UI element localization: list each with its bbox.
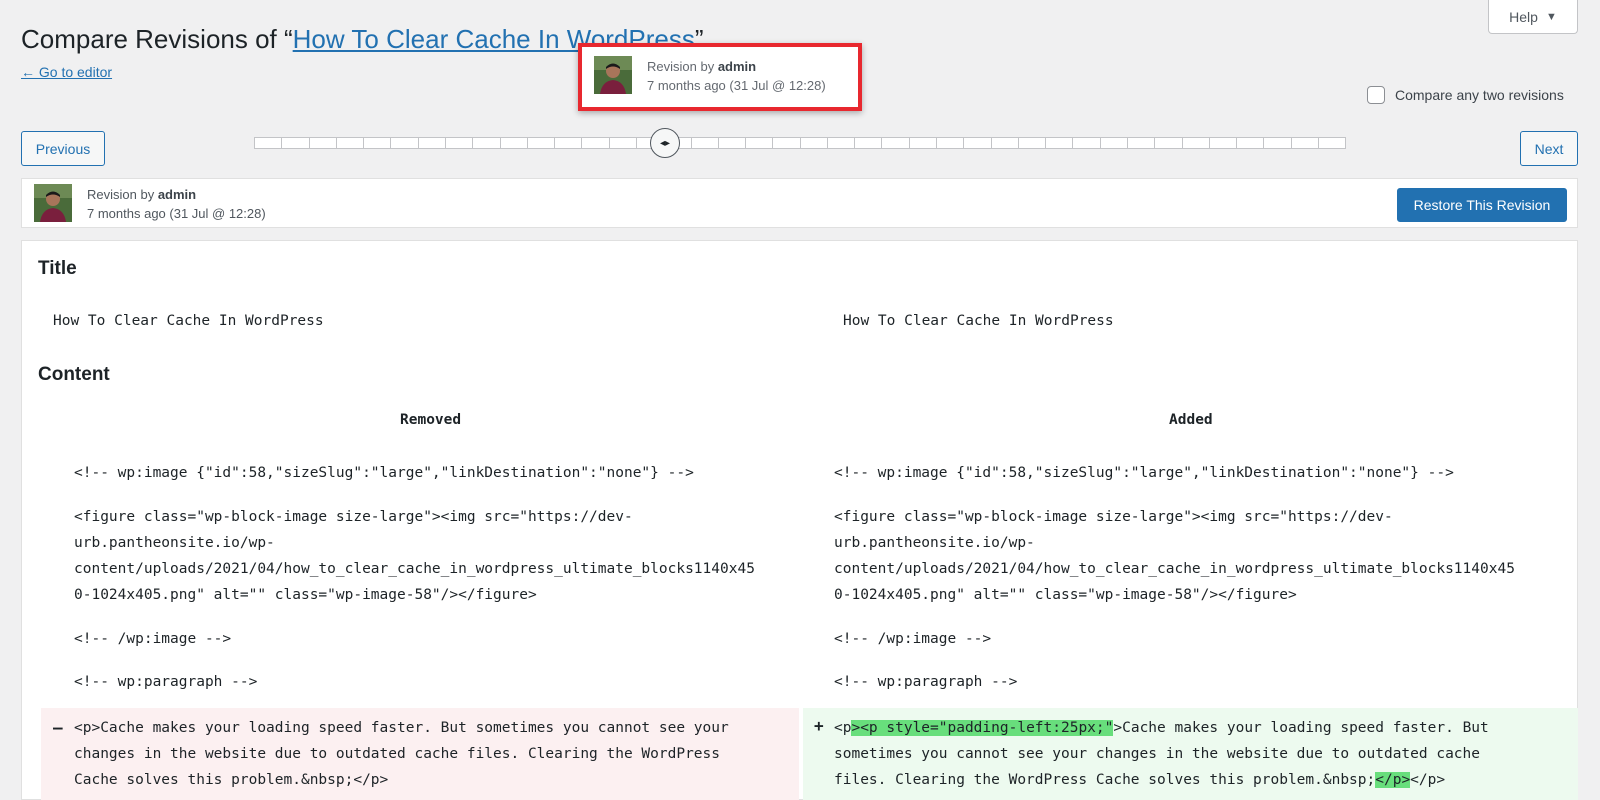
added-text: <p xyxy=(834,720,852,736)
added-highlight: </p> xyxy=(1375,772,1411,788)
title-heading: Title xyxy=(38,258,77,279)
title-prefix: Compare Revisions of “ xyxy=(21,24,293,54)
added-text: files. Clearing the WordPress Cache solv… xyxy=(834,772,1376,788)
diff-line-left: <figure class="wp-block-image size-large… xyxy=(74,509,633,525)
slider-tick[interactable] xyxy=(1182,137,1210,149)
slider-tick[interactable] xyxy=(364,137,392,149)
diff-line-left: <!-- wp:image {"id":58,"sizeSlug":"large… xyxy=(74,465,694,481)
slider-tick[interactable] xyxy=(527,137,556,149)
diff-line-left: content/uploads/2021/04/how_to_clear_cac… xyxy=(74,561,755,577)
title-right-value: How To Clear Cache In WordPress xyxy=(843,313,1114,329)
slider-tick[interactable] xyxy=(1209,137,1238,149)
compare-two-label: Compare any two revisions xyxy=(1395,87,1564,103)
removed-sign: – xyxy=(53,718,63,737)
diff-line-right: <!-- /wp:image --> xyxy=(834,631,992,647)
slider-tick[interactable] xyxy=(309,137,337,149)
revision-slider[interactable] xyxy=(254,137,1347,149)
diff-line-left: <!-- wp:paragraph --> xyxy=(74,674,258,690)
slider-tick[interactable] xyxy=(1073,137,1101,149)
diff-line-right: 0-1024x405.png" alt="" class="wp-image-5… xyxy=(834,587,1297,603)
help-label: Help xyxy=(1509,8,1538,25)
revision-by-text: Revision by xyxy=(647,59,718,74)
author-name: admin xyxy=(157,187,197,202)
slider-tick[interactable] xyxy=(391,137,419,149)
slider-tick[interactable] xyxy=(1155,137,1183,149)
slider-tick[interactable] xyxy=(500,137,528,149)
removed-line: <p>Cache makes your loading speed faster… xyxy=(74,720,729,736)
help-button[interactable]: Help ▼ xyxy=(1488,0,1578,34)
slider-tick[interactable] xyxy=(827,137,856,149)
slider-tick[interactable] xyxy=(773,137,801,149)
caret-down-icon: ▼ xyxy=(1545,10,1557,23)
added-highlight: ><p style="padding-left:25px;" xyxy=(851,720,1114,736)
revision-meta-bar: Revision by admin 7 months ago (31 Jul @… xyxy=(21,178,1578,228)
slider-tick[interactable] xyxy=(445,137,474,149)
previous-button[interactable]: Previous xyxy=(21,131,105,166)
diff-line-left: <!-- /wp:image --> xyxy=(74,631,232,647)
added-line: <p><p style="padding-left:25px;">Cache m… xyxy=(834,715,1489,741)
diff-line-left: 0-1024x405.png" alt="" class="wp-image-5… xyxy=(74,587,537,603)
added-sign: + xyxy=(814,716,824,735)
removed-column-header: Removed xyxy=(400,412,462,428)
slider-tick[interactable] xyxy=(282,137,310,149)
tooltip-revision-by: Revision by admin xyxy=(647,59,756,74)
slider-tick[interactable] xyxy=(964,137,992,149)
slider-tick[interactable] xyxy=(1100,137,1128,149)
added-column-header: Added xyxy=(1169,412,1213,428)
title-left-value: How To Clear Cache In WordPress xyxy=(53,313,324,329)
slider-tick[interactable] xyxy=(418,137,446,149)
compare-two-checkbox[interactable] xyxy=(1367,86,1385,104)
slider-tick[interactable] xyxy=(1237,137,1265,149)
revision-tooltip: Revision by admin 7 months ago (31 Jul @… xyxy=(578,43,862,111)
compare-two-toggle[interactable]: Compare any two revisions xyxy=(1367,86,1564,104)
slider-tick[interactable] xyxy=(1318,137,1347,149)
avatar xyxy=(34,184,72,222)
diff-line-right: content/uploads/2021/04/how_to_clear_cac… xyxy=(834,561,1515,577)
diff-line-right: <!-- wp:image {"id":58,"sizeSlug":"large… xyxy=(834,465,1454,481)
meta-time: 7 months ago (31 Jul @ 12:28) xyxy=(87,206,266,221)
slider-tick[interactable] xyxy=(718,137,747,149)
author-name: admin xyxy=(717,59,757,74)
slider-handle[interactable]: ◂▸ xyxy=(650,128,680,158)
slider-tick[interactable] xyxy=(855,137,883,149)
diff-line-right: <figure class="wp-block-image size-large… xyxy=(834,509,1393,525)
diff-line-right: <!-- wp:paragraph --> xyxy=(834,674,1018,690)
slider-tick[interactable] xyxy=(1291,137,1319,149)
slider-tick[interactable] xyxy=(609,137,637,149)
slider-tick[interactable] xyxy=(746,137,774,149)
tooltip-time: 7 months ago (31 Jul @ 12:28) xyxy=(647,78,826,93)
avatar xyxy=(594,56,632,94)
diff-line-right: urb.pantheonsite.io/wp- xyxy=(834,535,1035,551)
added-text: </p> xyxy=(1410,772,1446,788)
slider-tick[interactable] xyxy=(1018,137,1047,149)
slider-tick[interactable] xyxy=(691,137,719,149)
added-text: >Cache makes your loading speed faster. … xyxy=(1113,720,1489,736)
slider-tick[interactable] xyxy=(254,137,283,149)
diff-line-left: urb.pantheonsite.io/wp- xyxy=(74,535,275,551)
slider-tick[interactable] xyxy=(1128,137,1156,149)
removed-line: Cache solves this problem.&nbsp;</p> xyxy=(74,772,389,788)
slider-tick[interactable] xyxy=(582,137,610,149)
slider-tick[interactable] xyxy=(1046,137,1074,149)
slider-tick[interactable] xyxy=(555,137,583,149)
go-to-editor-link[interactable]: ← Go to editor xyxy=(21,64,112,80)
added-line: files. Clearing the WordPress Cache solv… xyxy=(834,767,1445,793)
slider-tick[interactable] xyxy=(909,137,938,149)
slider-tick[interactable] xyxy=(937,137,965,149)
slider-tick[interactable] xyxy=(473,137,501,149)
meta-revision-by: Revision by admin xyxy=(87,187,196,202)
next-button[interactable]: Next xyxy=(1520,131,1578,166)
slider-tick[interactable] xyxy=(1264,137,1292,149)
drag-arrows-icon: ◂▸ xyxy=(659,137,671,149)
slider-tick[interactable] xyxy=(800,137,828,149)
slider-tick[interactable] xyxy=(882,137,910,149)
added-line: sometimes you cannot see your changes in… xyxy=(834,746,1481,762)
slider-tick[interactable] xyxy=(336,137,365,149)
slider-tick[interactable] xyxy=(991,137,1019,149)
revision-by-text: Revision by xyxy=(87,187,158,202)
removed-line: changes in the website due to outdated c… xyxy=(74,746,721,762)
content-heading: Content xyxy=(38,364,110,385)
restore-revision-button[interactable]: Restore This Revision xyxy=(1397,188,1567,222)
